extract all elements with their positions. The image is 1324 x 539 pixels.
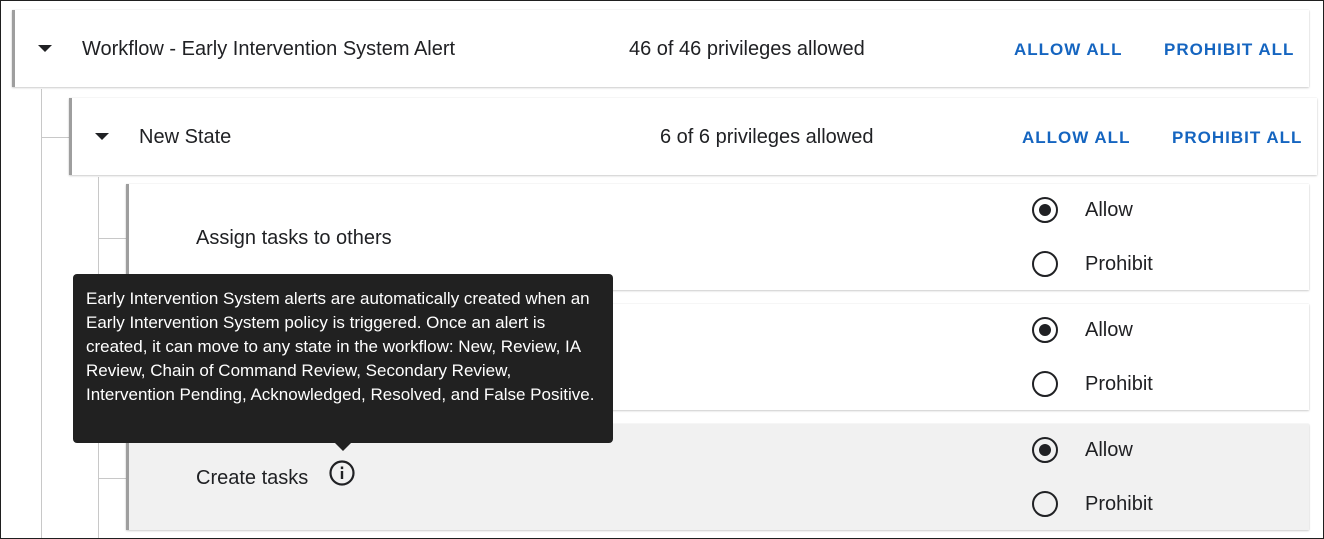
prohibit-radio[interactable] [1032, 491, 1058, 517]
caret-down-icon[interactable] [38, 45, 52, 52]
workflow-title: Workflow - Early Intervention System Ale… [82, 38, 456, 60]
info-icon[interactable] [329, 460, 355, 486]
privileges-panel: Workflow - Early Intervention System Ale… [0, 0, 1324, 539]
allow-radio-label[interactable]: Allow [1085, 318, 1133, 342]
state-privilege-count: 6 of 6 privileges allowed [660, 126, 874, 148]
workflow-prohibit-all-button[interactable]: PROHIBIT ALL [1164, 39, 1294, 61]
allow-radio-label[interactable]: Allow [1085, 438, 1133, 462]
prohibit-radio[interactable] [1032, 251, 1058, 277]
allow-radio[interactable] [1032, 317, 1058, 343]
info-tooltip: Early Intervention System alerts are aut… [73, 274, 613, 443]
state-row: New State 6 of 6 privileges allowed ALLO… [69, 98, 1317, 175]
state-allow-all-button[interactable]: ALLOW ALL [1022, 127, 1130, 149]
workflow-privilege-count: 46 of 46 privileges allowed [629, 38, 865, 60]
tooltip-arrow [335, 443, 351, 451]
tree-line [41, 89, 42, 538]
prohibit-radio-label[interactable]: Prohibit [1085, 372, 1153, 396]
allow-radio[interactable] [1032, 437, 1058, 463]
allow-radio-label[interactable]: Allow [1085, 198, 1133, 222]
prohibit-radio-label[interactable]: Prohibit [1085, 252, 1153, 276]
privilege-label: Assign tasks to others [196, 227, 392, 249]
workflow-allow-all-button[interactable]: ALLOW ALL [1014, 39, 1122, 61]
caret-down-icon[interactable] [95, 133, 109, 140]
prohibit-radio[interactable] [1032, 371, 1058, 397]
tree-line [41, 137, 71, 138]
tree-line [98, 478, 128, 479]
state-prohibit-all-button[interactable]: PROHIBIT ALL [1172, 127, 1302, 149]
tree-line [98, 238, 128, 239]
radio-selected-dot [1039, 444, 1051, 456]
allow-radio[interactable] [1032, 197, 1058, 223]
workflow-row: Workflow - Early Intervention System Ale… [12, 10, 1309, 87]
prohibit-radio-label[interactable]: Prohibit [1085, 492, 1153, 516]
privilege-label: Create tasks [196, 467, 309, 489]
state-title: New State [139, 126, 232, 148]
radio-selected-dot [1039, 324, 1051, 336]
radio-selected-dot [1039, 204, 1051, 216]
